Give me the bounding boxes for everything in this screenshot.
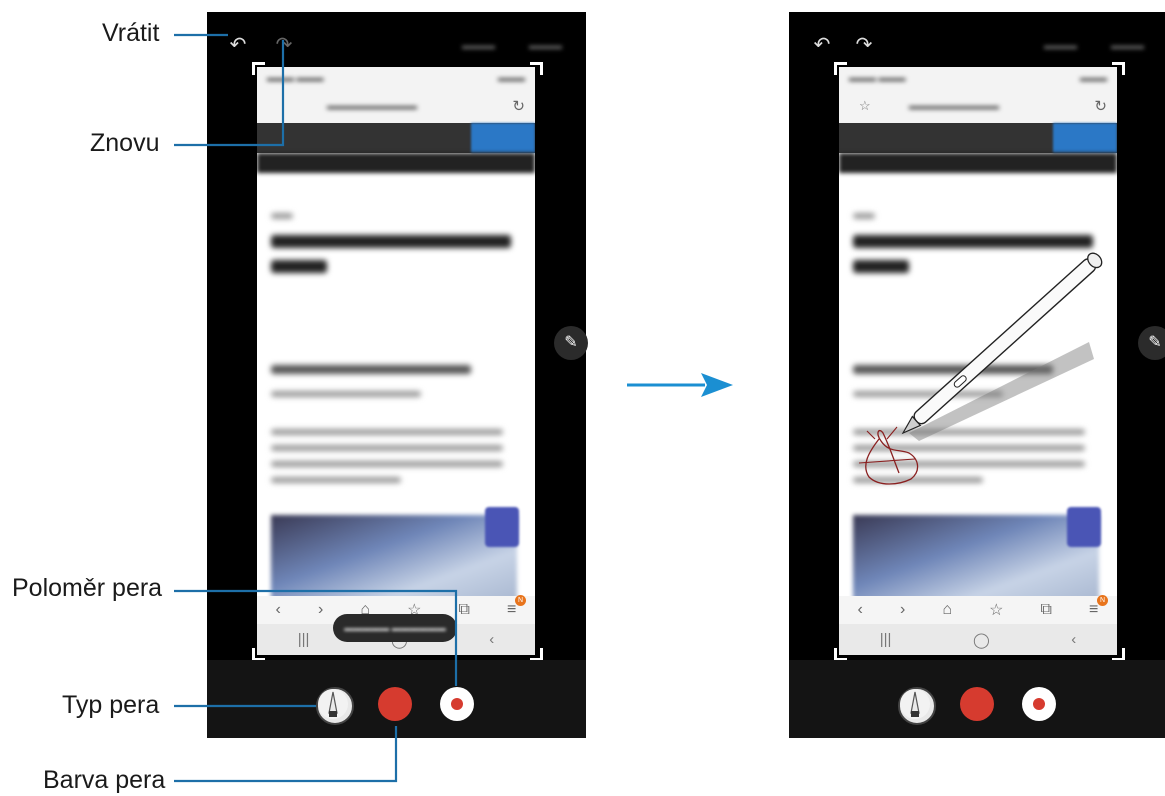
pencil-icon[interactable]: ✎	[1138, 326, 1165, 360]
screenshot-preview-annotated: ▬▬▬ ▬▬▬ ▬▬▬ ☆ ▬▬▬▬▬▬▬▬▬▬ ↻ ‹ › ⌂ ☆ ⧉ ≡ N…	[839, 67, 1117, 655]
arrow-icon	[627, 373, 733, 397]
pen-color-button[interactable]	[960, 687, 994, 721]
forward-icon: ›	[899, 601, 906, 618]
pen-tip-icon	[900, 689, 930, 719]
browser-nav-bar: ‹ › ⌂ ☆ ⧉ ≡ N	[839, 595, 1117, 624]
redo-icon-active[interactable]: ↷	[853, 34, 875, 56]
pen-type-button[interactable]	[898, 687, 936, 725]
pen-size-button[interactable]	[1022, 687, 1056, 721]
pen-size-dot	[1033, 698, 1045, 710]
home-icon: ⌂	[942, 601, 953, 618]
system-home-icon: ◯	[972, 631, 990, 649]
bookmark-icon: ☆	[989, 602, 1004, 619]
pen-drawing	[858, 252, 1103, 485]
back-icon: ‹	[857, 601, 863, 618]
share-label-blurred[interactable]: ▬▬▬	[1044, 40, 1077, 52]
phone-screen-after: ↶ ↷ ▬▬▬ ▬▬▬ ▬▬▬ ▬▬▬ ▬▬▬ ☆ ▬▬▬▬▬▬▬▬▬▬ ↻ ‹…	[789, 12, 1165, 738]
save-label-blurred[interactable]: ▬▬▬	[1111, 40, 1144, 52]
recents-icon: |||	[879, 631, 892, 648]
undo-icon-active[interactable]: ↶	[811, 34, 833, 56]
tabs-icon: ⧉	[1040, 601, 1052, 618]
system-back-icon: ‹	[1071, 631, 1077, 648]
system-nav-bar: ||| ◯ ‹	[839, 624, 1117, 655]
notification-badge: N	[1097, 595, 1109, 606]
menu-icon: ≡ N	[1089, 595, 1109, 619]
